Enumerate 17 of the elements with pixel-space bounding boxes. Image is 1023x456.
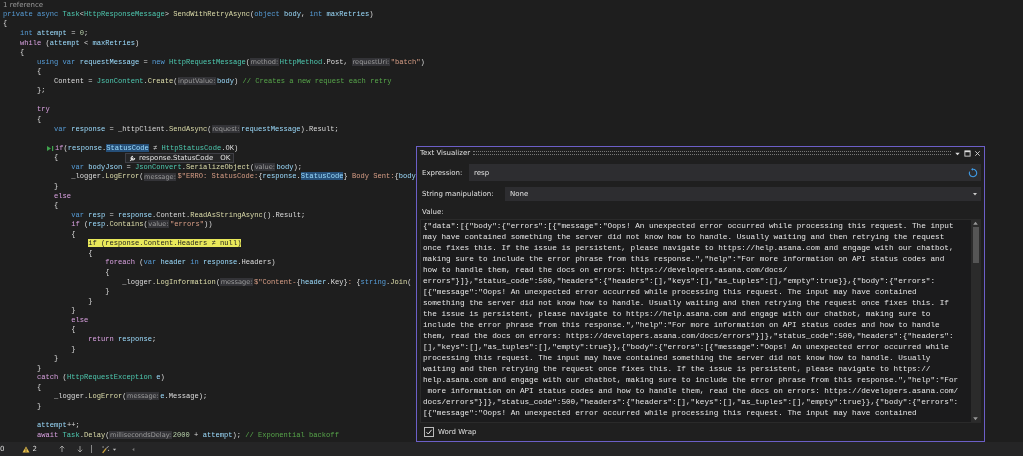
- drag-handle[interactable]: [473, 151, 951, 155]
- run-to-click-icon[interactable]: [45, 144, 55, 152]
- refresh-icon[interactable]: [968, 167, 978, 178]
- checkbox[interactable]: [424, 427, 434, 437]
- down-arrow-icon[interactable]: [76, 445, 83, 453]
- scrollbar[interactable]: [971, 220, 980, 422]
- scroll-left-icon[interactable]: [130, 446, 136, 452]
- scroll-down-icon[interactable]: [972, 415, 979, 422]
- wrench-icon: [129, 154, 137, 163]
- caret-icon[interactable]: [111, 446, 117, 452]
- scrollbar-thumb[interactable]: [972, 227, 979, 263]
- close-icon[interactable]: [974, 149, 981, 157]
- brush-icon[interactable]: [100, 444, 111, 454]
- up-arrow-icon[interactable]: [58, 445, 65, 453]
- caret-icon: [972, 191, 978, 197]
- warning-icon[interactable]: [22, 445, 31, 453]
- maximize-icon[interactable]: [964, 149, 971, 157]
